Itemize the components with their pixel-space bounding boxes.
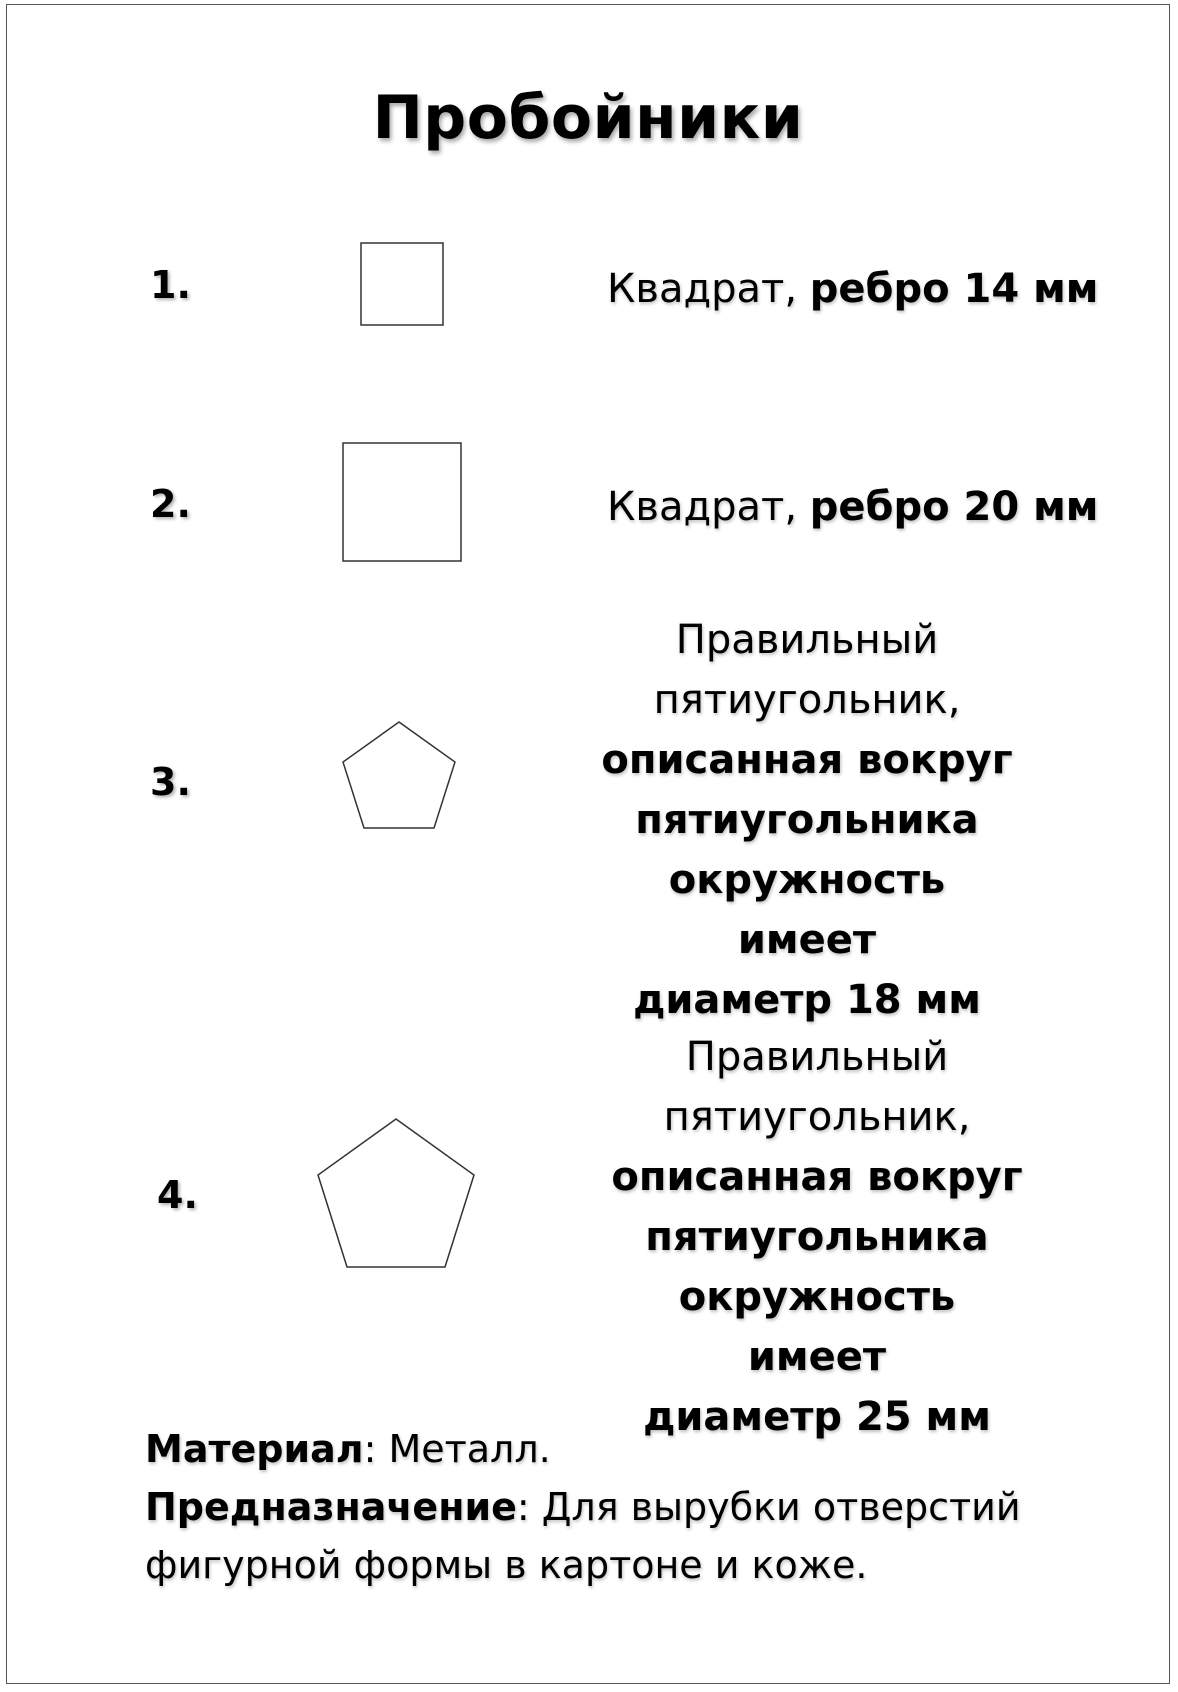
page-title: Пробойники bbox=[372, 83, 804, 153]
purpose-value: : Для вырубки отверстий bbox=[516, 1485, 1021, 1529]
purpose-line-continued: фигурной формы в картоне и коже. bbox=[145, 1543, 868, 1587]
description-line: пятиугольник, bbox=[653, 677, 961, 723]
description-line: Правильный bbox=[675, 617, 939, 663]
description-line-bold: пятиугольника bbox=[635, 797, 979, 843]
description-line-bold: описанная вокруг bbox=[601, 737, 1013, 783]
item-number-1: 1. bbox=[150, 263, 191, 307]
document-sheet: Пробойники 1. Квадрат, ребро 14 мм 2. Кв… bbox=[6, 4, 1170, 1684]
description-line: Правильный bbox=[685, 1034, 949, 1080]
footer-info: Материал: Металл. Предназначение: Для вы… bbox=[145, 1420, 1021, 1594]
item-description-plain: Квадрат, bbox=[607, 266, 810, 312]
item-number-4: 4. bbox=[157, 1173, 198, 1217]
square-shape-2 bbox=[342, 442, 462, 562]
item-description-bold: ребро 20 мм bbox=[809, 484, 1099, 530]
pentagon-shape-1 bbox=[342, 721, 456, 829]
description-line-bold: пятиугольника bbox=[645, 1214, 989, 1260]
item-description-2: Квадрат, ребро 20 мм bbox=[607, 477, 1099, 537]
purpose-line: Предназначение: Для вырубки отверстий bbox=[145, 1478, 1021, 1536]
item-description-bold: ребро 14 мм bbox=[809, 266, 1099, 312]
square-shape-1 bbox=[360, 242, 444, 326]
item-number-3: 3. bbox=[150, 760, 191, 804]
purpose-label: Предназначение bbox=[145, 1485, 517, 1529]
description-line-bold: окружность имеет bbox=[668, 857, 946, 963]
material-label: Материал bbox=[145, 1427, 364, 1471]
item-description-4: Правильный пятиугольник, описанная вокру… bbox=[607, 1027, 1027, 1447]
item-description-plain: Квадрат, bbox=[607, 484, 810, 530]
item-description-3: Правильный пятиугольник, описанная вокру… bbox=[597, 610, 1017, 1030]
pentagon-shape-2 bbox=[317, 1118, 475, 1268]
description-line-bold: диаметр 18 мм bbox=[633, 977, 981, 1023]
description-line-bold: описанная вокруг bbox=[611, 1154, 1023, 1200]
item-number-2: 2. bbox=[150, 482, 191, 526]
material-line: Материал: Металл. bbox=[145, 1420, 1021, 1478]
item-description-1: Квадрат, ребро 14 мм bbox=[607, 259, 1099, 319]
description-line-bold: окружность имеет bbox=[678, 1274, 956, 1380]
material-value: : Металл. bbox=[363, 1427, 551, 1471]
description-line: пятиугольник, bbox=[663, 1094, 971, 1140]
